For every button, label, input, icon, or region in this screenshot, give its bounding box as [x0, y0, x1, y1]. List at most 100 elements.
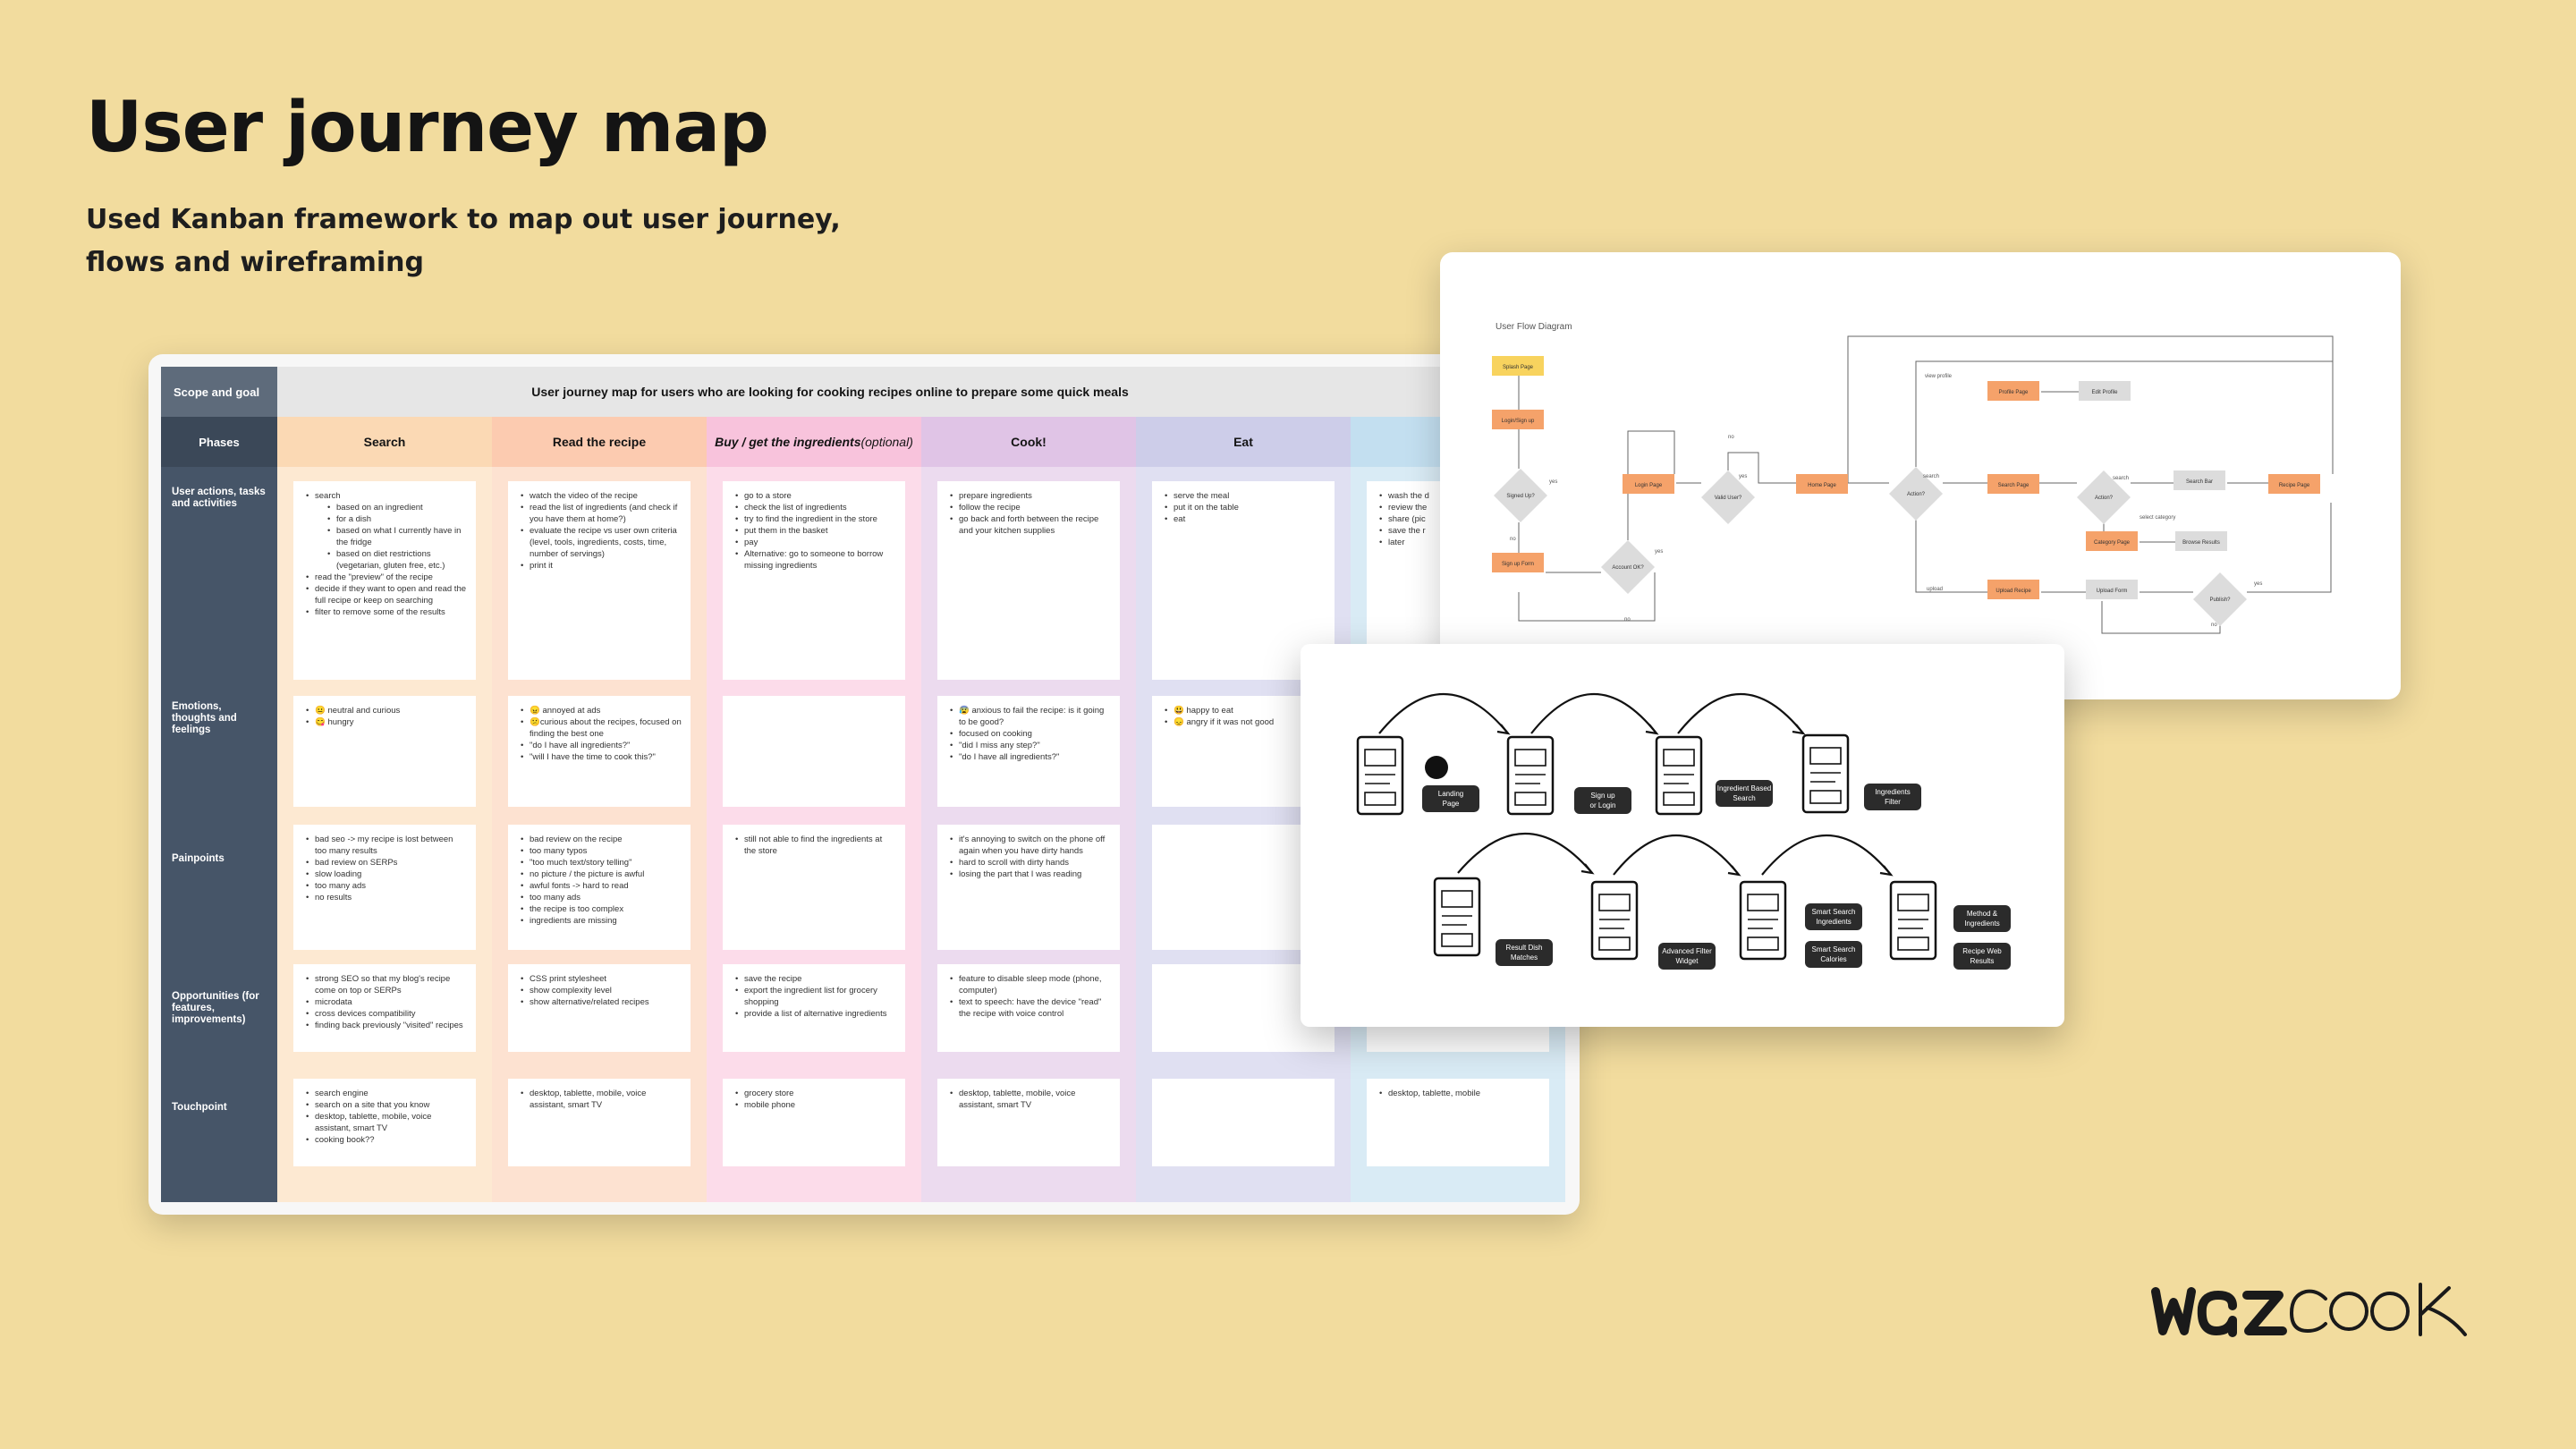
arrow-head	[1496, 724, 1511, 735]
card-bullet: "did I miss any step?"	[946, 740, 1111, 751]
flow-node-label: Edit Profile	[2091, 390, 2118, 395]
wireframe-label: Smart Search	[1812, 945, 1856, 953]
wazcook-logo	[2151, 1283, 2467, 1337]
flow-node-label: Publish?	[2209, 597, 2231, 603]
journey-card-pains: bad review on the recipetoo many typos"t…	[508, 825, 691, 950]
flow-connector	[2247, 503, 2332, 593]
wireframe-phone	[1889, 880, 1937, 961]
card-bullet: prepare ingredients	[946, 490, 1111, 502]
card-bullet: based on an ingredient	[302, 502, 467, 513]
flow-connector	[1915, 360, 2334, 474]
arrow-head	[1727, 865, 1741, 877]
card-bullet: save the recipe	[732, 973, 896, 985]
wireframe-label: Ingredient Based	[1717, 784, 1772, 792]
card-bullet: read the list of ingredients (and check …	[517, 502, 682, 525]
card-bullet: Alternative: go to someone to borrow mis…	[732, 548, 896, 572]
flow-diagram-canvas: Splash Page Login/Sign up Signed Up? Sign u…	[1492, 335, 2334, 634]
journey-card-emotions: 😠 annoyed at ads😕curious about the recip…	[508, 696, 691, 807]
journey-card-touch: search enginesearch on a site that you k…	[293, 1079, 476, 1166]
journey-card-pains: still not able to find the ingredients a…	[723, 825, 905, 950]
flow-connector	[1847, 335, 2334, 483]
flow-node-label: Login/Sign up	[1502, 419, 1535, 424]
card-bullet: strong SEO so that my blog's recipe come…	[302, 973, 467, 996]
card-bullet: search	[302, 490, 467, 502]
row-label-actions: User actions, tasks and activities	[172, 487, 266, 509]
journey-card-emotions	[723, 696, 905, 807]
card-bullet: provide a list of alternative ingredient…	[732, 1008, 896, 1020]
wireframe-label: Landing	[1438, 790, 1463, 798]
page-subtitle: Used Kanban framework to map out user jo…	[86, 204, 841, 278]
row-labels: Phases User actions, tasks and activitie…	[161, 417, 277, 1202]
flow-node-label: Login Page	[1635, 483, 1663, 488]
flow-node-label: Category Page	[2094, 540, 2131, 546]
wireframe-label: Ingredients	[1964, 919, 2000, 928]
phase-header: Buy / get the ingredients (optional)	[707, 417, 921, 467]
wireframe-label: Page	[1443, 800, 1460, 808]
card-bullet: awful fonts -> hard to read	[517, 880, 682, 892]
flow-node-label: Valid User?	[1715, 496, 1742, 501]
journey-card-emotions: 😰 anxious to fail the recipe: is it goin…	[937, 696, 1120, 807]
phase-header: Read the recipe	[492, 417, 707, 467]
card-bullet: no picture / the picture is awful	[517, 869, 682, 880]
journey-card-touch: desktop, tablette, mobile, voice assista…	[508, 1079, 691, 1166]
page-title: User journey map	[86, 88, 769, 168]
flow-arrow	[1530, 693, 1657, 734]
journey-card-actions: go to a storecheck the list of ingredien…	[723, 481, 905, 680]
arrow-head	[1645, 724, 1659, 735]
flow-arrow	[1761, 835, 1892, 876]
phases-label: Phases	[161, 417, 277, 467]
flow-edge-label: search	[1923, 474, 1939, 479]
journey-card-touch: desktop, tablette, mobile	[1367, 1079, 1549, 1166]
card-bullet: feature to disable sleep mode (phone, co…	[946, 973, 1111, 996]
phase-header: Cook!	[921, 417, 1136, 467]
flow-node-label: Account OK?	[1612, 565, 1644, 571]
flow-edge-label: no	[1728, 435, 1734, 440]
flow-node-label: Action?	[1907, 492, 1926, 497]
flow-arrow	[1677, 693, 1804, 734]
card-bullet: finding back previously "visited" recipe…	[302, 1020, 467, 1031]
user-flow-diagram: User Flow Diagram Splash Page Login/Sign …	[1440, 252, 2401, 699]
card-bullet: ingredients are missing	[517, 915, 682, 927]
arrow-head	[1580, 863, 1595, 875]
card-bullet: slow loading	[302, 869, 467, 880]
card-bullet: too many typos	[517, 845, 682, 857]
wireframe-label: Widget	[1676, 957, 1699, 965]
journey-card-opps: feature to disable sleep mode (phone, co…	[937, 964, 1120, 1052]
card-bullet: cooking book??	[302, 1134, 467, 1146]
card-bullet: grocery store	[732, 1088, 896, 1099]
flow-edge-label: upload	[1927, 587, 1943, 592]
card-bullet: search engine	[302, 1088, 467, 1099]
flow-node-label: Action?	[2095, 496, 2114, 501]
phase-title-suffix: (optional)	[860, 435, 913, 449]
card-bullet: desktop, tablette, mobile, voice assista…	[517, 1088, 682, 1111]
card-bullet: cross devices compatibility	[302, 1008, 467, 1020]
wireframes-sketch: Landing Page Sign up or Login Ingredient Bas…	[1301, 644, 2064, 1027]
card-bullet: bad review on the recipe	[517, 834, 682, 845]
card-bullet: print it	[517, 560, 682, 572]
flow-edge-label: yes	[1655, 549, 1663, 555]
wireframes-canvas: Landing Page Sign upor Login Ingredient Bas…	[1356, 693, 2011, 970]
wireframe-label: Filter	[1885, 798, 1901, 806]
card-bullet: focused on cooking	[946, 728, 1111, 740]
card-bullet: based on what I currently have in the fr…	[302, 525, 467, 548]
phase-title: Read the recipe	[552, 435, 647, 449]
card-bullet: bad seo -> my recipe is lost between too…	[302, 834, 467, 857]
journey-card-touch: grocery storemobile phone	[723, 1079, 905, 1166]
card-bullet: too many ads	[517, 892, 682, 903]
phase-title: Buy / get the ingredients	[715, 435, 861, 449]
phase-header: Eat	[1136, 417, 1351, 467]
card-bullet: put them in the basket	[732, 525, 896, 537]
wireframe-label: Sign up	[1590, 792, 1615, 800]
flow-node-label: Search Bar	[2186, 479, 2213, 485]
phase-column: Search searchbased on an ingredientfor a …	[277, 417, 492, 1202]
journey-card-opps: save the recipeexport the ingredient lis…	[723, 964, 905, 1052]
flow-node-label: Upload Form	[2097, 589, 2128, 594]
card-bullet: follow the recipe	[946, 502, 1111, 513]
card-bullet: search on a site that you know	[302, 1099, 467, 1111]
flow-edge-label: view profile	[1925, 374, 1953, 379]
phase-column: Read the recipe watch the video of the re…	[492, 417, 707, 1202]
card-bullet: eat	[1161, 513, 1326, 525]
flow-connector	[1915, 508, 1987, 593]
flow-arrow	[1378, 693, 1509, 734]
journey-card-opps: strong SEO so that my blog's recipe come…	[293, 964, 476, 1052]
